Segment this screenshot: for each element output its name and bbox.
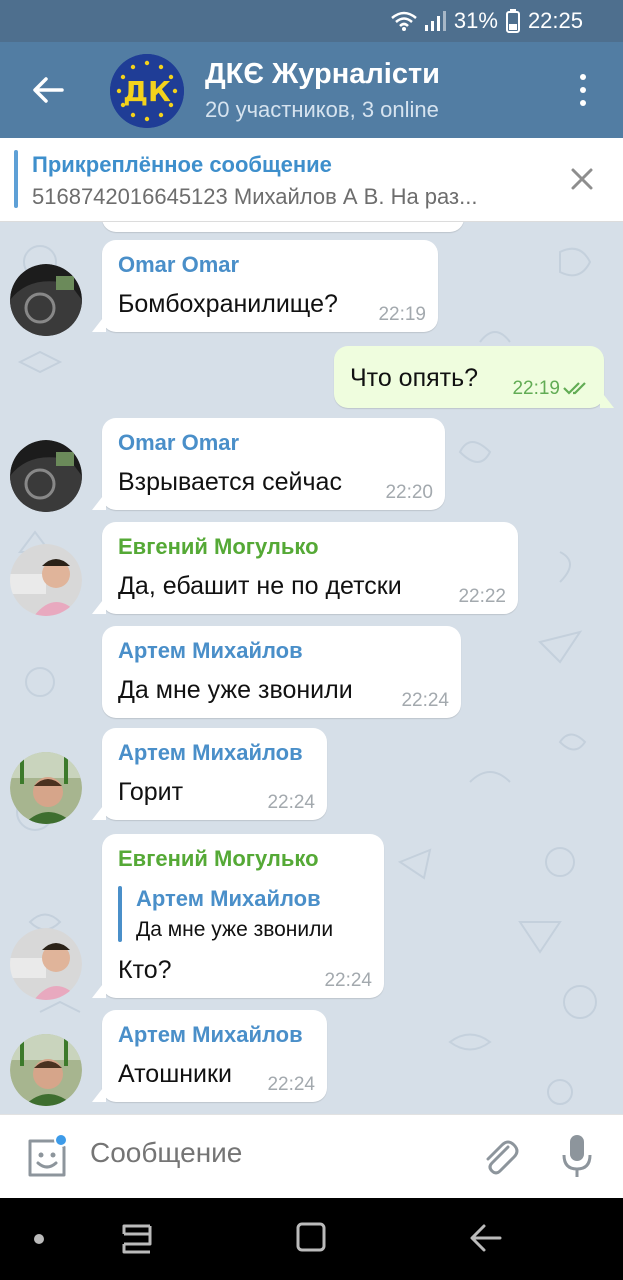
avatar-artem[interactable]	[10, 1034, 82, 1106]
reply-accent-bar	[118, 886, 122, 942]
status-bar: 31% 22:25	[0, 0, 623, 42]
message-sender[interactable]: Артем Михайлов	[118, 1022, 303, 1048]
voice-message-button[interactable]	[560, 1133, 594, 1181]
message-sender[interactable]: Евгений Могулько	[118, 534, 319, 560]
message-time: 22:20	[385, 482, 433, 503]
message-bubble[interactable]: Артем Михайлов Да мне уже звонили 22:24	[102, 626, 461, 718]
message-time: 22:19	[512, 378, 560, 399]
message-time: 22:22	[458, 586, 506, 607]
message-text: Кто?	[118, 956, 172, 984]
avatar-omar[interactable]	[10, 264, 82, 336]
system-back-button[interactable]	[468, 1220, 504, 1256]
message-time: 22:19	[378, 304, 426, 325]
message-sender[interactable]: Артем Михайлов	[118, 740, 303, 766]
recents-button[interactable]	[120, 1222, 154, 1256]
message-list[interactable]: Omar Omar Бомбохранилище? 22:19 Что опят…	[0, 222, 623, 1114]
message-text: Атошники	[118, 1060, 232, 1088]
home-icon	[296, 1222, 326, 1252]
message-sender[interactable]: Артем Михайлов	[118, 638, 303, 664]
avatar-evgeniy[interactable]	[10, 544, 82, 616]
message-bubble[interactable]: Omar Omar Взрывается сейчас 22:20	[92, 418, 445, 510]
more-options-button[interactable]	[573, 70, 593, 110]
arrow-left-icon	[33, 77, 64, 103]
signal-icon	[424, 10, 446, 32]
new-stickers-badge	[54, 1133, 68, 1147]
back-button[interactable]	[26, 68, 70, 112]
attach-button[interactable]	[478, 1135, 522, 1179]
chat-header: ДК ДКЄ Журналісти 20 участников, 3 onlin…	[0, 42, 623, 138]
message-text: Что опять?	[350, 364, 479, 392]
message-text: Взрывается сейчас	[118, 468, 342, 496]
partial-message-bubble[interactable]	[102, 222, 464, 232]
avatar-letters: ДК	[123, 75, 171, 108]
message-text: Горит	[118, 778, 184, 806]
wifi-icon	[390, 10, 417, 32]
chat-members-status: 20 участников, 3 online	[205, 97, 439, 122]
message-bubble[interactable]: Артем Михайлов Горит 22:24	[92, 728, 327, 820]
group-avatar[interactable]: ДК	[110, 54, 184, 128]
message-sender[interactable]: Omar Omar	[118, 430, 239, 456]
message-bubble[interactable]: Omar Omar Бомбохранилище? 22:19	[92, 240, 438, 332]
message-input[interactable]	[90, 1137, 450, 1169]
message-time: 22:24	[267, 1074, 315, 1095]
message-time: 22:24	[324, 970, 372, 991]
clock: 22:25	[527, 8, 583, 33]
message-sender[interactable]: Omar Omar	[118, 252, 239, 278]
chat-title[interactable]: ДКЄ Журналісти	[205, 58, 440, 91]
message-time: 22:24	[267, 792, 315, 813]
message-sender[interactable]: Евгений Могулько	[118, 846, 319, 872]
reply-text[interactable]: Да мне уже звонили	[136, 918, 333, 942]
recents-icon	[122, 1224, 152, 1254]
pinned-text: 5168742016645123 Михайлов А В. На раз...	[32, 184, 478, 209]
system-navigation-bar	[0, 1198, 623, 1280]
message-text: Да мне уже звонили	[118, 676, 353, 704]
pinned-message[interactable]: Прикреплённое сообщение 5168742016645123…	[0, 138, 623, 222]
message-bubble[interactable]: Евгений Могулько Да, ебашит не по детски…	[92, 522, 518, 614]
pinned-accent-bar	[14, 150, 18, 208]
message-text: Бомбохранилище?	[118, 290, 338, 318]
avatar-evgeniy[interactable]	[10, 928, 82, 1000]
outgoing-message-bubble[interactable]: Что опять? 22:19	[334, 346, 614, 408]
double-check-icon	[563, 382, 586, 395]
reply-sender[interactable]: Артем Михайлов	[136, 886, 321, 912]
message-composer	[0, 1114, 623, 1198]
message-bubble[interactable]: Артем Михайлов Атошники 22:24	[92, 1010, 327, 1102]
home-button[interactable]	[296, 1222, 326, 1252]
microphone-icon	[562, 1135, 592, 1177]
close-icon	[571, 168, 593, 190]
message-time: 22:24	[401, 690, 449, 711]
message-text: Да, ебашит не по детски	[118, 572, 402, 600]
message-bubble[interactable]: Евгений Могулько Артем Михайлов Да мне у…	[92, 834, 384, 998]
back-icon	[470, 1224, 502, 1252]
avatar-omar[interactable]	[10, 440, 82, 512]
avatar-artem[interactable]	[10, 752, 82, 824]
pinned-close-button[interactable]	[569, 166, 595, 192]
battery-icon	[505, 9, 520, 33]
pinned-title: Прикреплённое сообщение	[32, 152, 332, 177]
battery-percent: 31%	[453, 8, 498, 33]
paperclip-icon	[486, 1140, 519, 1175]
nav-indicator-dot	[34, 1234, 44, 1244]
